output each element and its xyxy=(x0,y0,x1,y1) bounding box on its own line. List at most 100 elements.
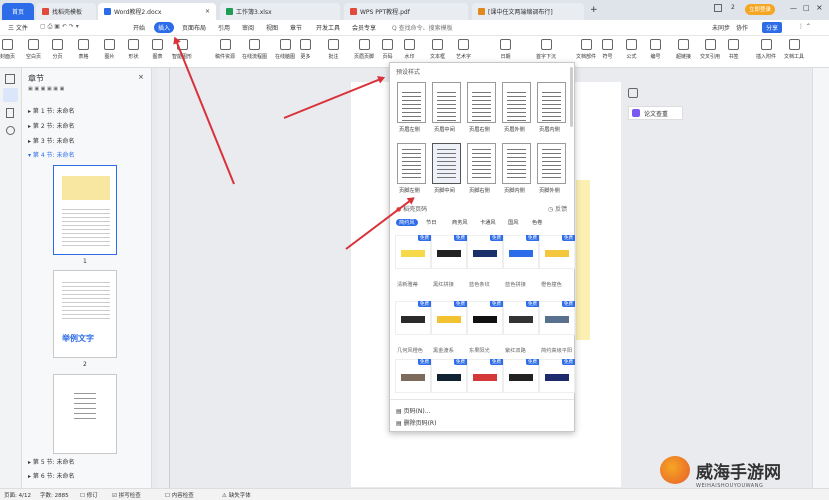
ribbon-button-22[interactable]: 公式 xyxy=(626,39,637,60)
page-thumb-2[interactable]: 举例文字 xyxy=(53,270,117,358)
ribbon-button-24[interactable]: 超链接 xyxy=(676,39,691,60)
style-tile-1-0[interactable]: 免费 xyxy=(395,301,431,335)
side-settings-icon[interactable] xyxy=(628,88,638,98)
ribbon-button-27[interactable]: 插入附件 xyxy=(756,39,776,60)
style-tile-0-2[interactable]: 免费 xyxy=(467,235,503,269)
ribbon-button-18[interactable]: 日期 xyxy=(500,39,511,60)
style-tile-0-0[interactable]: 免费 xyxy=(395,235,431,269)
ribbon-button-12[interactable]: 批注 xyxy=(328,39,339,60)
page-thumb-1[interactable] xyxy=(53,165,117,255)
outline-icon[interactable] xyxy=(5,74,15,84)
menu-section[interactable]: 章节 xyxy=(290,23,302,32)
category-4[interactable]: 国风 xyxy=(508,219,518,226)
preset-9[interactable] xyxy=(537,143,566,184)
chapter-3[interactable]: ▸ 第 3 节: 未命名 xyxy=(28,136,74,145)
tab-pdf[interactable]: WPS PPT教程.pdf xyxy=(344,3,468,20)
ribbon-button-0[interactable]: 封面页 xyxy=(0,39,15,60)
ribbon-button-5[interactable]: 形状 xyxy=(128,39,139,60)
style-tile-0-4[interactable]: 免费 xyxy=(539,235,575,269)
ribbon-button-23[interactable]: 编号 xyxy=(650,39,661,60)
ribbon-button-20[interactable]: 文档部件 xyxy=(576,39,596,60)
window-count-icon[interactable] xyxy=(714,4,722,12)
category-1[interactable]: 节日 xyxy=(426,219,436,226)
menu-developer[interactable]: 开发工具 xyxy=(316,23,340,32)
style-tile-2-1[interactable]: 免费 xyxy=(431,359,467,393)
menu-review[interactable]: 审阅 xyxy=(242,23,254,32)
preset-1[interactable] xyxy=(432,82,461,123)
more-icon[interactable]: ⋮ ⌃ xyxy=(798,23,811,30)
search-commands[interactable]: Q 查找命令、搜索模板 xyxy=(392,23,453,32)
chapter-2[interactable]: ▸ 第 2 节: 未命名 xyxy=(28,121,74,130)
ribbon-button-11[interactable]: 更多 xyxy=(300,39,311,60)
tab-excel[interactable]: 工作簿3.xlsx xyxy=(220,3,340,20)
ribbon-button-28[interactable]: 文档工具 xyxy=(784,39,804,60)
ribbon-button-16[interactable]: 文本框 xyxy=(430,39,445,60)
minimize-button[interactable]: — xyxy=(790,4,797,12)
chapter-1[interactable]: ▸ 第 1 节: 未命名 xyxy=(28,106,74,115)
close-window-button[interactable]: × xyxy=(816,3,823,12)
chapter-6[interactable]: ▸ 第 6 节: 未命名 xyxy=(28,471,74,480)
ribbon-button-15[interactable]: 水印 xyxy=(404,39,415,60)
status-revise[interactable]: ☐ 修订 xyxy=(80,491,98,499)
bookmark-icon[interactable] xyxy=(6,108,14,118)
tab-doc-other[interactable]: [课中任文两端缩调布行] xyxy=(472,3,584,20)
tab-home[interactable]: 首页 xyxy=(2,3,34,20)
new-tab-button[interactable]: + xyxy=(590,5,598,15)
ribbon-button-17[interactable]: 艺术字 xyxy=(456,39,471,60)
preset-6[interactable] xyxy=(432,143,461,184)
menu-layout[interactable]: 页面布局 xyxy=(182,23,206,32)
ribbon-button-2[interactable]: 分页 xyxy=(52,39,63,60)
delete-page-number[interactable]: ▤ 删除页码(R) xyxy=(396,418,436,427)
menu-insert[interactable]: 插入 xyxy=(154,22,175,33)
file-menu[interactable]: 三 文件 xyxy=(8,23,28,32)
category-0[interactable]: 简约风 xyxy=(396,219,418,226)
status-words[interactable]: 字数: 2885 xyxy=(40,491,69,499)
paper-check-button[interactable]: 论文查重 xyxy=(628,106,683,120)
section-nav-icon[interactable] xyxy=(3,88,18,102)
style-tile-2-0[interactable]: 免费 xyxy=(395,359,431,393)
style-tile-1-1[interactable]: 免费 xyxy=(431,301,467,335)
maximize-button[interactable]: □ xyxy=(803,4,810,12)
style-tile-2-2[interactable]: 免费 xyxy=(467,359,503,393)
menu-start[interactable]: 开始 xyxy=(133,23,145,32)
preset-7[interactable] xyxy=(467,143,496,184)
ribbon-button-9[interactable]: 在线流程图 xyxy=(242,39,267,60)
ribbon-button-25[interactable]: 交叉引用 xyxy=(700,39,720,60)
ribbon-button-19[interactable]: 首字下沉 xyxy=(536,39,556,60)
status-spell[interactable]: ☑ 拼写检查 xyxy=(112,491,141,499)
page-thumb-3[interactable] xyxy=(53,374,117,454)
ribbon-button-14[interactable]: 页码 xyxy=(382,39,393,60)
menu-view[interactable]: 视图 xyxy=(266,23,278,32)
preset-8[interactable] xyxy=(502,143,531,184)
category-5[interactable]: 色卷 xyxy=(532,219,542,226)
ribbon-button-13[interactable]: 页眉页脚 xyxy=(354,39,374,60)
search-icon[interactable] xyxy=(6,126,15,135)
ribbon-button-1[interactable]: 空白页 xyxy=(26,39,41,60)
style-tile-0-3[interactable]: 免费 xyxy=(503,235,539,269)
ribbon-button-10[interactable]: 在线脑图 xyxy=(275,39,295,60)
menu-member[interactable]: 会员专享 xyxy=(352,23,376,32)
style-tile-1-4[interactable]: 免费 xyxy=(539,301,575,335)
chapter-5[interactable]: ▸ 第 5 节: 未命名 xyxy=(28,457,74,466)
sync-status[interactable]: 未同步 xyxy=(712,23,730,32)
close-icon[interactable]: × xyxy=(205,8,210,15)
page-number-settings[interactable]: ▤ 页码(N)... xyxy=(396,406,430,415)
feedback-link[interactable]: ◷ 反馈 xyxy=(548,204,567,213)
quick-access-icons[interactable]: ▢ ⎙ ▣ ↶ ↷ ▾ xyxy=(40,23,79,31)
ribbon-button-4[interactable]: 图片 xyxy=(104,39,115,60)
nav-tools[interactable]: ▣ ▣ ▣ ▣ ▣ ▣ xyxy=(28,86,64,92)
status-page[interactable]: 页面: 4/12 xyxy=(4,491,31,499)
style-tile-1-3[interactable]: 免费 xyxy=(503,301,539,335)
tab-word-doc[interactable]: Word教程2.docx × xyxy=(98,3,216,20)
menu-reference[interactable]: 引用 xyxy=(218,23,230,32)
status-missing-font[interactable]: ⚠ 缺失字体 xyxy=(222,491,251,499)
status-doc-check[interactable]: ☐ 内容检查 xyxy=(165,491,194,499)
preset-0[interactable] xyxy=(397,82,426,123)
preset-5[interactable] xyxy=(397,143,426,184)
ribbon-button-3[interactable]: 表格 xyxy=(78,39,89,60)
ribbon-button-8[interactable]: 稿件资源 xyxy=(215,39,235,60)
dropdown-scrollbar[interactable] xyxy=(570,67,573,127)
ribbon-button-21[interactable]: 符号 xyxy=(602,39,613,60)
close-panel-icon[interactable]: × xyxy=(138,73,144,81)
chapter-4[interactable]: ▾ 第 4 节: 未命名 xyxy=(28,150,74,159)
